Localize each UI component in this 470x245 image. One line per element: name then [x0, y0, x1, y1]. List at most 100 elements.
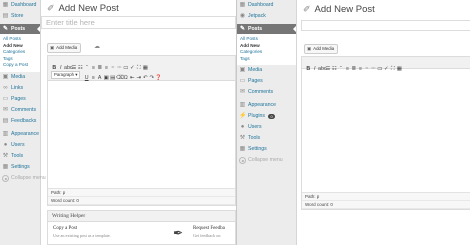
menu-tools[interactable]: ⚒ Tools	[237, 133, 296, 144]
submenu-add-new[interactable]: Add New	[239, 43, 296, 50]
media-icon: ▣	[2, 73, 9, 80]
admin-sidebar: ▦ Dashboard ▤ Store ✎ Posts All Posts Ad…	[0, 0, 46, 245]
menu-label: Appearance	[248, 102, 276, 109]
menu-label: Comments	[11, 106, 37, 113]
add-media-label: Add Media	[313, 46, 335, 51]
menu-store[interactable]: ▤ Store	[0, 11, 40, 22]
menu-appearance[interactable]: ▥ Appearance	[237, 100, 296, 111]
cloud-icon[interactable]: ☁	[94, 43, 100, 51]
plugins-update-badge: 0	[268, 113, 275, 119]
submenu-categories[interactable]: Categories	[239, 49, 296, 56]
menu-plugins[interactable]: ⚡ Plugins 0	[237, 111, 296, 122]
menu-settings[interactable]: ▦ Settings	[237, 144, 296, 155]
appearance-icon: ▥	[2, 130, 9, 137]
menu-settings[interactable]: ▦ Settings	[0, 162, 40, 173]
help-icon[interactable]: ❓	[155, 73, 162, 83]
toolbar-row-1: B Iabc☰ ☷ “≡ ≣ ≡ ⚭ ⚮ ▭ ✓ ⛶ ▦	[48, 56, 235, 71]
collapse-menu-button[interactable]: ◂ Collapse menu	[237, 155, 296, 166]
left-screenshot-panel: ▦ Dashboard ▤ Store ✎ Posts All Posts Ad…	[0, 0, 236, 245]
menu-media[interactable]: ▣ Media	[0, 72, 40, 83]
card-description: Use an existing post as a template.	[53, 233, 111, 238]
menu-users[interactable]: ● Users	[237, 122, 296, 133]
posts-submenu: All Posts Add New Categories Tags	[237, 34, 296, 66]
menu-label: Settings	[248, 146, 267, 153]
menu-label: Posts	[248, 26, 263, 32]
editor-status-bar: Path: p Word count: 0	[302, 192, 470, 209]
post-title-input[interactable]	[301, 20, 470, 31]
menu-label: Jetpack	[248, 13, 266, 19]
editor-path: Path: p	[302, 193, 470, 201]
add-media-icon: ▣	[307, 46, 312, 51]
page-title-text: Add New Post	[58, 3, 119, 14]
comments-icon: ✉	[239, 89, 246, 96]
link-icon: ∞	[3, 84, 8, 91]
settings-icon: ▦	[2, 163, 9, 170]
format-select[interactable]: Paragraph ▾	[51, 70, 81, 79]
comments-icon: ✉	[2, 106, 9, 113]
menu-pages[interactable]: ▭ Pages	[0, 94, 40, 105]
menu-comments[interactable]: ✉ Comments	[237, 87, 296, 98]
menu-label: Collapse menu	[248, 157, 283, 164]
pages-icon: ▭	[239, 78, 246, 85]
menu-dashboard[interactable]: ▦ Dashboard	[237, 0, 296, 11]
right-screenshot-panel: ▦ Dashboard ◉ Jetpack ✎ Posts All Posts …	[236, 0, 470, 245]
menu-label: Pages	[248, 78, 263, 85]
post-editor: B Iabc☰ ☷ “≡ ≣ ≡ ⚭ ⚮ ▭ ✓ ⛶ ▦ Path: p Word count: 0	[301, 56, 470, 210]
menu-label: Collapse menu	[11, 174, 46, 181]
add-media-label: Add Media	[56, 45, 78, 50]
quill-pen-icon: ✒	[173, 226, 184, 240]
jetpack-icon: ◉	[239, 13, 246, 19]
submenu-all-posts[interactable]: All Posts	[239, 36, 296, 43]
menu-label: Media	[11, 73, 26, 80]
collapse-arrow-icon: ◂	[2, 174, 9, 182]
menu-posts[interactable]: ✎ Posts	[237, 24, 296, 34]
collapse-arrow-icon: ◂	[239, 157, 246, 165]
admin-sidebar: ▦ Dashboard ◉ Jetpack ✎ Posts All Posts …	[237, 0, 297, 245]
submenu-add-new[interactable]: Add New	[2, 43, 40, 50]
page-title: ✐ Add New Post	[303, 4, 375, 15]
word-count: Word count: 0	[302, 201, 470, 209]
menu-appearance[interactable]: ▥ Appearance	[0, 129, 40, 140]
menu-dashboard[interactable]: ▦ Dashboard	[0, 0, 40, 11]
writing-helper-box: Writing Helper Copy a Post Use an existi…	[47, 210, 236, 245]
menu-posts[interactable]: ✎ Posts	[0, 24, 40, 34]
submenu-categories[interactable]: Categories	[2, 49, 40, 56]
page-title: ✐ Add New Post	[47, 3, 119, 14]
menu-label: Users	[248, 124, 262, 131]
store-icon: ▤	[2, 13, 9, 19]
collapse-menu-button[interactable]: ◂ Collapse menu	[0, 173, 46, 184]
request-feedback-card[interactable]: Request Feedba Get feedback on	[193, 226, 225, 238]
menu-media[interactable]: ▣ Media	[237, 65, 296, 76]
menu-feedbacks[interactable]: ▤ Feedbacks	[0, 116, 40, 127]
menu-pages[interactable]: ▭ Pages	[237, 76, 296, 87]
menu-label: Settings	[11, 163, 30, 170]
menu-label: Tools	[248, 135, 261, 142]
menu-label: Links	[11, 84, 24, 91]
users-icon: ●	[3, 141, 8, 148]
menu-label: Store	[11, 13, 24, 19]
media-icon: ▣	[239, 67, 246, 74]
submenu-tags[interactable]: Tags	[2, 56, 40, 63]
submenu-tags[interactable]: Tags	[239, 56, 296, 63]
submenu-all-posts[interactable]: All Posts	[2, 36, 40, 43]
kitchen-sink-icon[interactable]: ▦	[396, 64, 403, 74]
add-media-icon: ▣	[50, 45, 55, 50]
menu-users[interactable]: ● Users	[0, 140, 40, 151]
tools-icon: ⚒	[2, 152, 9, 159]
menu-jetpack[interactable]: ◉ Jetpack	[237, 11, 296, 22]
add-media-button[interactable]: ▣ Add Media	[304, 44, 339, 54]
card-title: Request Feedba	[193, 226, 225, 231]
menu-label: Dashboard	[11, 2, 37, 8]
feedback-icon: ▤	[2, 117, 9, 124]
menu-tools[interactable]: ⚒ Tools	[0, 151, 40, 162]
toolbar-row-2: Paragraph ▾U ≡ A ▣▤⌫Ω ⇤ ⇥ ↶ ↷❓	[48, 66, 235, 81]
submenu-copy-a-post[interactable]: Copy a Post	[2, 62, 40, 69]
copy-a-post-card[interactable]: Copy a Post Use an existing post as a te…	[53, 226, 111, 238]
menu-links[interactable]: ∞ Links	[0, 83, 40, 94]
format-select-value: Paragraph	[54, 71, 75, 77]
add-media-button[interactable]: ▣ Add Media	[47, 43, 82, 53]
card-description: Get feedback on	[193, 233, 221, 238]
post-title-input[interactable]	[41, 16, 236, 29]
menu-comments[interactable]: ✉ Comments	[0, 105, 40, 116]
post-pen-icon: ✐	[303, 4, 311, 14]
